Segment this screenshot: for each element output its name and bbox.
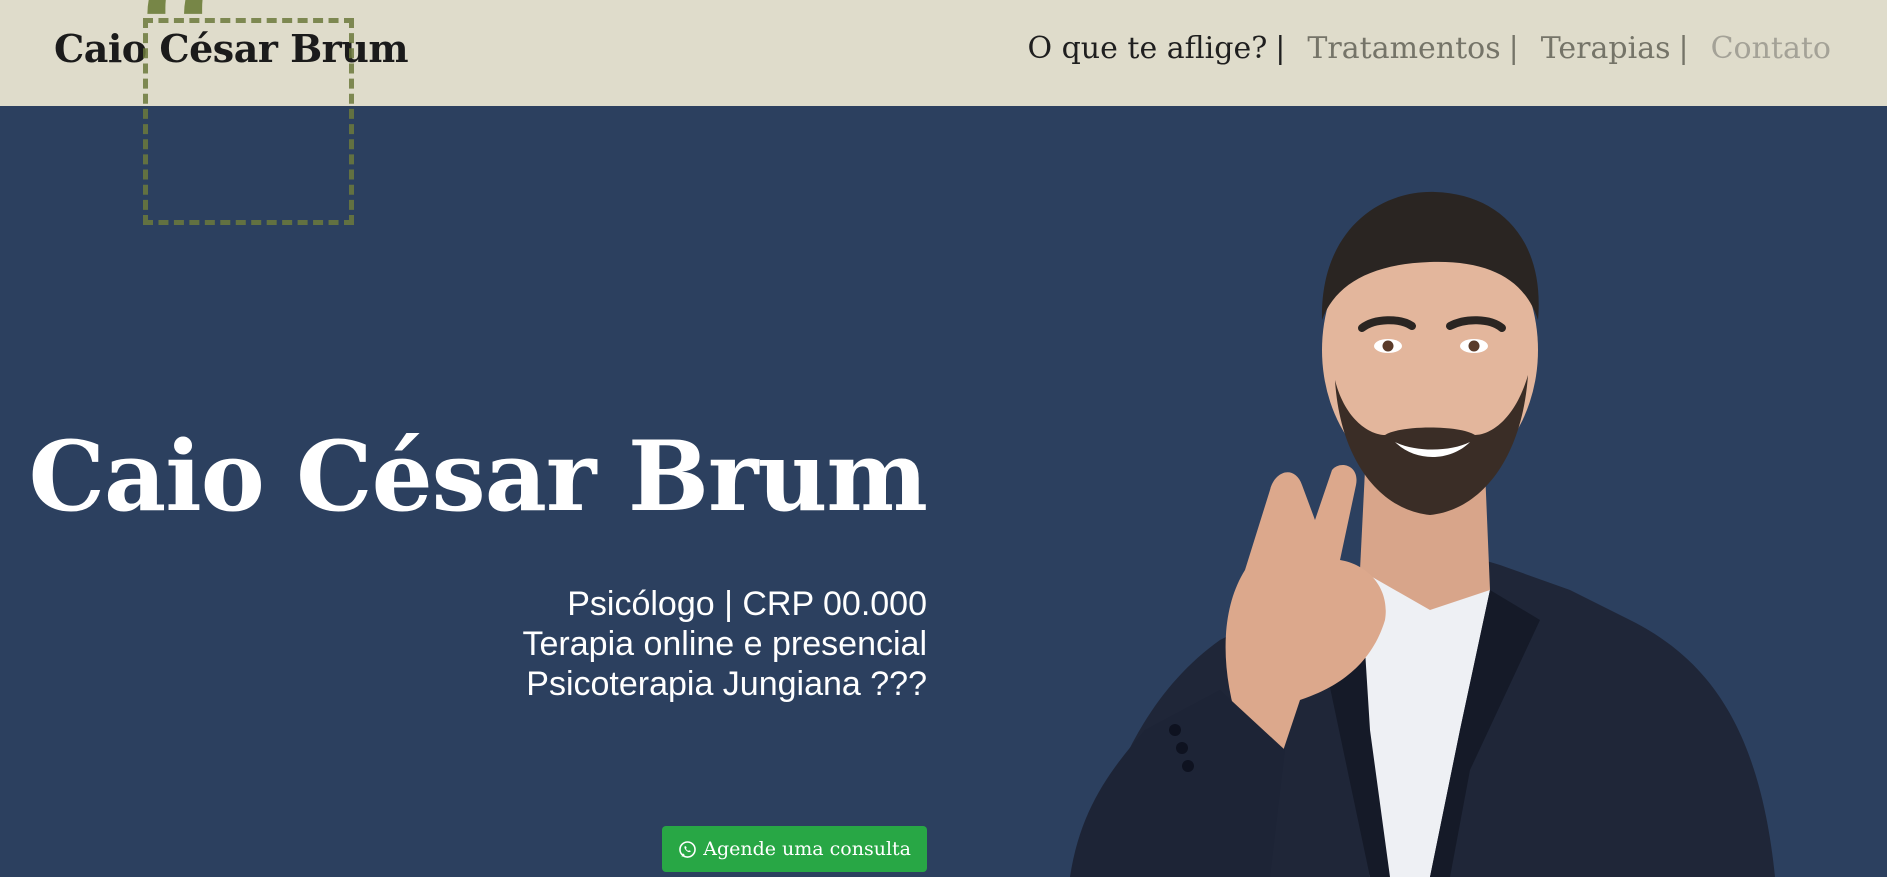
nav-link-contato[interactable]: Contato xyxy=(1711,31,1831,66)
main-nav: O que te aflige? | Tratamentos | Terapia… xyxy=(1027,31,1831,66)
nav-link-terapias[interactable]: Terapias xyxy=(1541,31,1671,66)
nav-link-o-que-te-aflige[interactable]: O que te aflige? xyxy=(1027,31,1267,66)
nav-separator: | xyxy=(1508,31,1519,66)
nav-link-tratamentos[interactable]: Tratamentos xyxy=(1307,31,1500,66)
top-navbar: Caio César Brum O que te aflige? | Trata… xyxy=(0,0,1887,106)
nav-separator: | xyxy=(1678,31,1689,66)
nav-separator: | xyxy=(1275,31,1286,66)
whatsapp-icon xyxy=(678,840,697,859)
portrait-photo xyxy=(1070,191,1775,877)
site-brand[interactable]: Caio César Brum xyxy=(54,26,409,71)
schedule-appointment-label: Agende uma consulta xyxy=(703,838,911,860)
hero-subtitle-block: Psicólogo | CRP 00.000 Terapia online e … xyxy=(523,584,927,704)
hero-line-profession: Psicólogo | CRP 00.000 xyxy=(567,585,927,623)
hero-line-modality: Terapia online e presencial xyxy=(522,625,927,663)
schedule-appointment-button[interactable]: Agende uma consulta xyxy=(662,826,927,872)
hero-line-approach: Psicoterapia Jungiana ??? xyxy=(526,665,927,703)
hero-title: Caio César Brum xyxy=(28,420,928,533)
